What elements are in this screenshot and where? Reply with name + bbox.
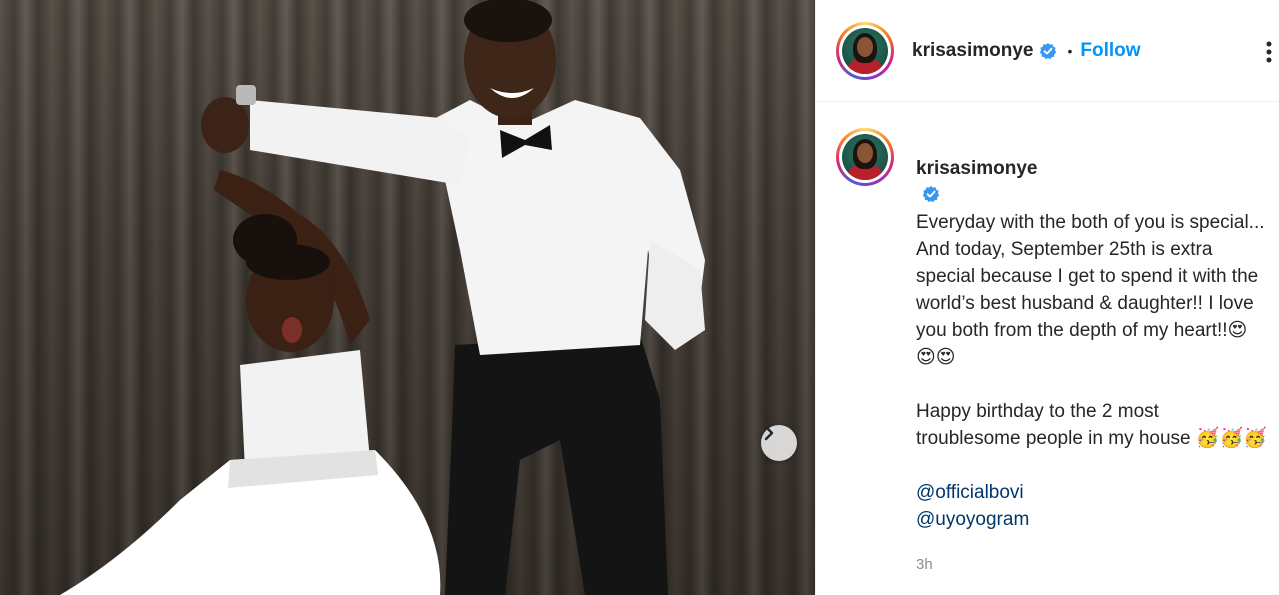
post-header: krisasimonye • Follow [816,0,1279,102]
avatar [842,27,888,74]
caption-text-birthday: Happy birthday to the 2 most troublesome… [916,401,1267,449]
post-sidebar: krisasimonye • Follow krisasimonye Every… [815,0,1279,595]
next-photo-button[interactable] [761,425,797,461]
caption-avatar-ring[interactable] [836,128,894,186]
more-options-icon[interactable] [1265,40,1273,69]
chevron-right-icon [764,425,774,441]
avatar [842,134,888,180]
caption-text-line-1: Everyday with the both of you is special… [916,212,1265,233]
separator-dot: • [1067,42,1073,59]
caption-body: krisasimonye Everyday with the both of y… [916,128,1267,578]
caption-text-line-2: And today, September 25th is extra speci… [916,239,1259,368]
post-photo[interactable] [0,0,815,595]
follow-button[interactable]: Follow [1080,40,1140,62]
mention-link-uyoyogram[interactable]: @uyoyogram [916,506,1267,533]
profile-avatar-ring[interactable] [836,21,894,80]
post-timestamp[interactable]: 3h [916,551,1267,578]
header-username[interactable]: krisasimonye [912,40,1033,62]
verified-badge-icon [1039,42,1057,60]
caption: krisasimonye Everyday with the both of y… [816,102,1279,578]
instagram-post: krisasimonye • Follow krisasimonye Every… [0,0,1279,595]
caption-username[interactable]: krisasimonye [916,158,1037,179]
photo-illustration [60,0,705,595]
mention-link-officialbovi[interactable]: @officialbovi [916,479,1267,506]
verified-badge-icon [922,185,940,203]
